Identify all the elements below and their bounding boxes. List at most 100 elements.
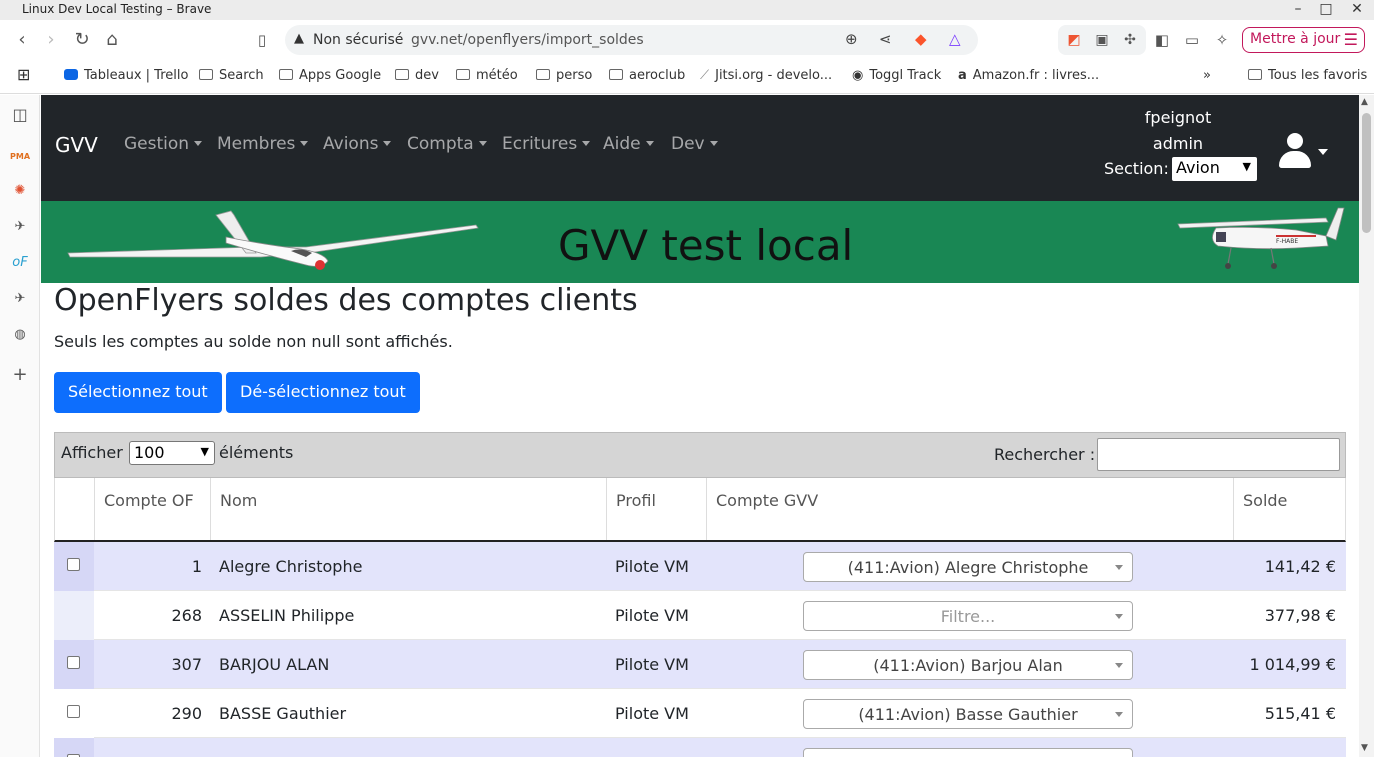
plane-icon[interactable]: ✈: [10, 217, 30, 237]
bookmark-meteo[interactable]: météo: [456, 68, 518, 83]
page-length-value: 100: [134, 443, 165, 462]
close-icon[interactable]: ✕: [1347, 1, 1367, 17]
bookmark-trello[interactable]: Tableaux | Trello: [64, 68, 188, 83]
extension-color-icon[interactable]: ◩: [1062, 28, 1086, 52]
brave-rewards-icon[interactable]: △: [949, 30, 961, 48]
cell-profil: Pilote VM: [615, 557, 689, 576]
nav-avions[interactable]: Avions: [323, 134, 392, 154]
bookmark-label: Search: [219, 68, 264, 83]
nav-compta[interactable]: Compta: [407, 134, 487, 154]
maximize-icon[interactable]: □: [1316, 1, 1336, 17]
row-checkbox[interactable]: [67, 705, 80, 718]
add-icon[interactable]: +: [10, 365, 30, 385]
forward-icon[interactable]: ›: [39, 28, 63, 52]
row-checkbox[interactable]: [67, 656, 80, 669]
wallet-icon[interactable]: ▭: [1180, 28, 1204, 52]
page-scrollbar[interactable]: ▲ ▼: [1359, 95, 1374, 757]
share-icon[interactable]: ⋖: [879, 30, 892, 48]
nav-aide[interactable]: Aide: [603, 134, 654, 154]
row-checkbox[interactable]: [67, 558, 80, 571]
window-title: Linux Dev Local Testing – Brave: [22, 2, 212, 16]
globe-icon[interactable]: ◍: [10, 325, 30, 345]
scrollbar-thumb[interactable]: [1362, 113, 1371, 233]
bookmark-label: Apps Google: [299, 68, 382, 83]
compte-gvv-value: (411:Avion) Alegre Christophe: [847, 558, 1089, 577]
update-button[interactable]: Mettre à jour ☰: [1242, 27, 1365, 53]
scroll-up-icon[interactable]: ▲: [1361, 97, 1368, 107]
bookmark-jitsi[interactable]: ⟋ Jitsi.org - develo...: [700, 68, 832, 83]
user-menu-caret-icon[interactable]: [1318, 149, 1328, 155]
openflyers-icon[interactable]: oF: [10, 253, 30, 273]
header-profil[interactable]: Profil: [607, 478, 707, 540]
url-text[interactable]: gvv.net/openflyers/import_soldes: [411, 32, 644, 48]
compte-gvv-select[interactable]: [803, 748, 1133, 757]
minimize-icon[interactable]: –: [1288, 1, 1308, 17]
zoom-icon[interactable]: ⊕: [845, 30, 858, 48]
compte-gvv-select[interactable]: (411:Avion) Basse Gauthier: [803, 699, 1133, 729]
extensions-puzzle-icon[interactable]: ✣: [1118, 28, 1142, 52]
leo-ai-icon[interactable]: ✧: [1210, 28, 1234, 52]
cell-compte-of: 307: [171, 655, 202, 674]
table-row: 268 ASSELIN Philippe Pilote VM Filtre...…: [54, 591, 1346, 640]
sun-icon[interactable]: ✺: [10, 181, 30, 201]
compte-gvv-select[interactable]: (411:Avion) Barjou Alan: [803, 650, 1133, 680]
page-length-select[interactable]: 100 ▼: [129, 441, 215, 465]
user-info: fpeignot admin: [1103, 105, 1253, 157]
brand-logo[interactable]: GVV: [55, 133, 98, 157]
cessna-image: F-HABE: [1177, 207, 1345, 269]
nav-dev[interactable]: Dev: [671, 134, 718, 154]
bookmark-label: météo: [476, 68, 518, 83]
sidebar-panel-icon[interactable]: ◫: [10, 105, 30, 125]
bookmark-amazon[interactable]: a Amazon.fr : livres...: [958, 68, 1099, 83]
bookmark-dev[interactable]: dev: [395, 68, 439, 83]
bookmark-toggl[interactable]: ◉ Toggl Track: [852, 68, 941, 83]
cell-compte-of: 1: [191, 557, 202, 576]
nav-membres[interactable]: Membres: [217, 134, 309, 154]
compte-gvv-select[interactable]: (411:Avion) Alegre Christophe: [803, 552, 1133, 582]
table-row: 1 Alegre Christophe Pilote VM (411:Avion…: [54, 542, 1346, 591]
glider-image: [67, 210, 479, 270]
bookmark-perso[interactable]: perso: [536, 68, 592, 83]
folder-icon: [279, 69, 293, 80]
address-bar[interactable]: ▲ Non sécurisé gvv.net/openflyers/import…: [285, 25, 978, 55]
chevron-down-icon: [1115, 614, 1123, 619]
home-icon[interactable]: ⌂: [100, 28, 124, 52]
header-compte-of[interactable]: Compte OF: [95, 478, 211, 540]
cell-solde: 515,41 €: [1264, 704, 1336, 723]
table-row: 290 BASSE Gauthier Pilote VM (411:Avion)…: [54, 689, 1346, 738]
bookmark-apps-google[interactable]: Apps Google: [279, 68, 381, 83]
search-input[interactable]: [1097, 438, 1340, 471]
bookmark-aeroclub[interactable]: aeroclub: [609, 68, 685, 83]
select-all-button[interactable]: Sélectionnez tout: [54, 372, 222, 413]
search-label: Rechercher :: [994, 445, 1096, 464]
deselect-all-button[interactable]: Dé-sélectionnez tout: [226, 372, 420, 413]
extension-se-icon[interactable]: ▣: [1090, 28, 1114, 52]
toggl-icon: ◉: [852, 68, 864, 83]
user-avatar-icon[interactable]: [1277, 133, 1311, 169]
sidebar-toggle-icon[interactable]: ◧: [1150, 28, 1174, 52]
bookmark-icon[interactable]: ▯: [250, 28, 274, 52]
more-bookmarks-icon[interactable]: »: [1203, 68, 1211, 83]
caret-down-icon: [300, 141, 309, 146]
header-compte-gvv[interactable]: Compte GVV: [707, 478, 1234, 540]
plane-icon-2[interactable]: ✈: [10, 289, 30, 309]
pma-icon[interactable]: PMA: [10, 147, 30, 167]
nav-label: Avions: [323, 134, 379, 154]
section-select[interactable]: Avion ▼: [1172, 157, 1257, 181]
brave-shield-icon[interactable]: ◆: [915, 30, 927, 48]
bookmark-all-favorites[interactable]: Tous les favoris: [1248, 68, 1367, 83]
header-solde[interactable]: Solde: [1234, 478, 1345, 540]
reload-icon[interactable]: ↻: [70, 28, 94, 52]
compte-gvv-select[interactable]: Filtre...: [803, 601, 1133, 631]
page-viewport: GVV Gestion Membres Avions Compta Ecritu…: [41, 95, 1359, 757]
folder-icon: [536, 69, 550, 80]
back-icon[interactable]: ‹: [10, 28, 34, 52]
nav-ecritures[interactable]: Ecritures: [502, 134, 591, 154]
update-button-label: Mettre à jour: [1250, 31, 1341, 47]
header-nom[interactable]: Nom: [211, 478, 607, 540]
bookmark-label: dev: [415, 68, 439, 83]
nav-gestion[interactable]: Gestion: [124, 134, 203, 154]
apps-grid-icon[interactable]: ⊞: [17, 65, 30, 84]
bookmark-search[interactable]: Search: [199, 68, 264, 83]
scroll-down-icon[interactable]: ▼: [1361, 743, 1368, 753]
